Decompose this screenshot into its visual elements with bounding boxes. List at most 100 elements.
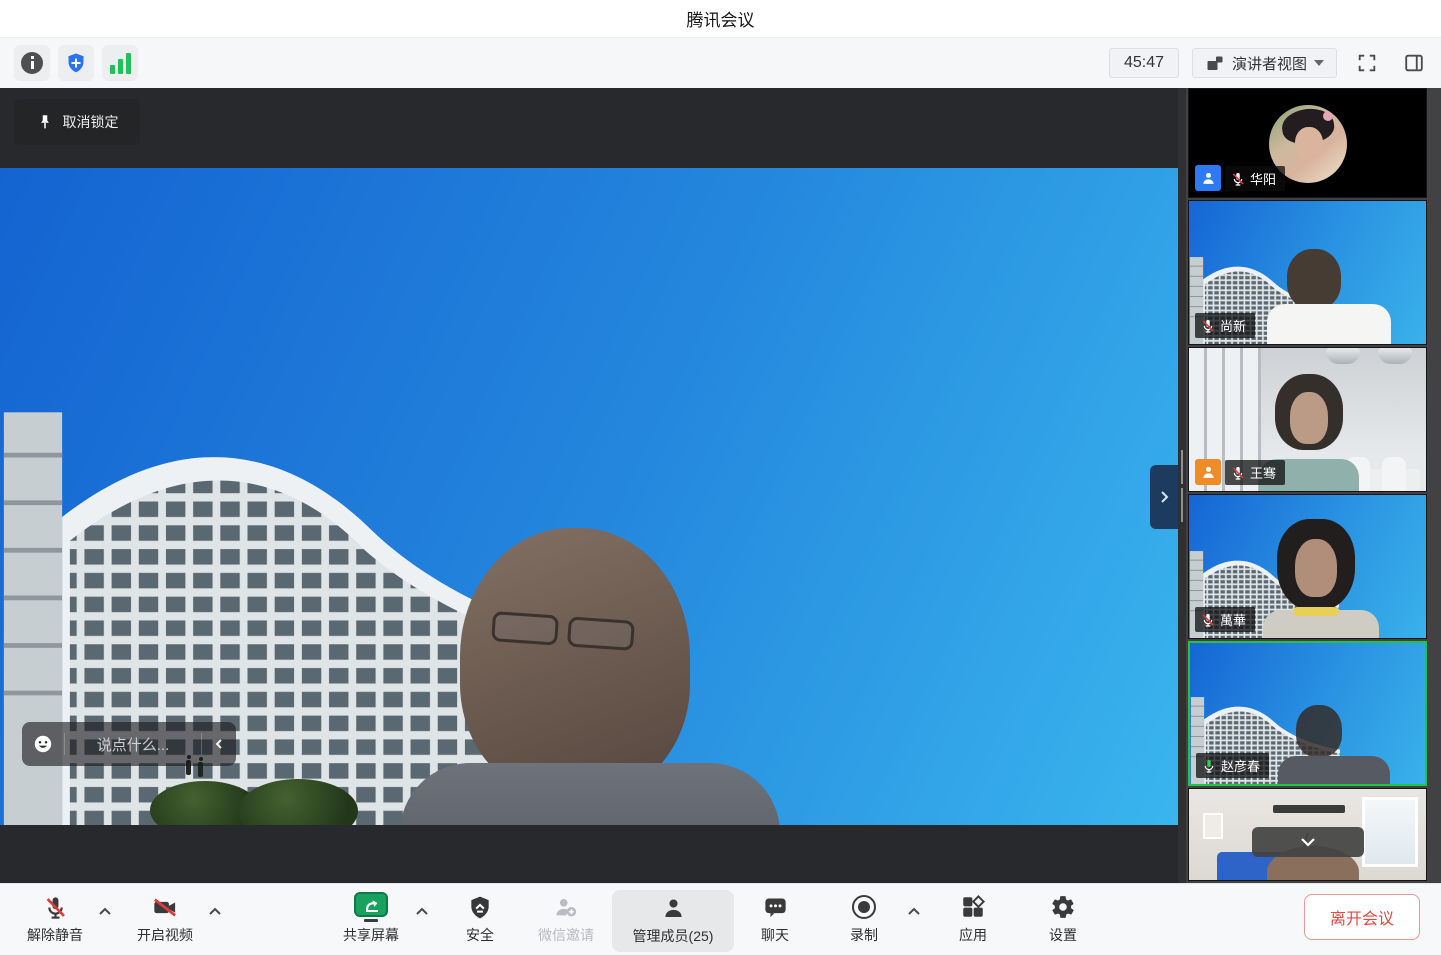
side-panel-icon — [1403, 52, 1425, 74]
smiley-icon[interactable] — [32, 733, 54, 755]
person-icon — [1200, 170, 1217, 187]
chevron-down-icon — [1314, 60, 1324, 66]
fullscreen-button[interactable] — [1350, 48, 1384, 78]
mic-muted-icon — [1230, 465, 1246, 481]
view-mode-label: 演讲者视图 — [1232, 53, 1307, 74]
apps-label: 应用 — [959, 925, 987, 945]
ceiling-light-shape — [1273, 805, 1345, 813]
start-video-button[interactable]: 开启视频 — [121, 892, 209, 950]
network-quality-button[interactable] — [102, 45, 138, 81]
settings-button[interactable]: 设置 — [1019, 892, 1107, 950]
avatar-face-shape — [1295, 127, 1323, 161]
fullscreen-icon — [1356, 52, 1378, 74]
chevron-down-icon — [1298, 835, 1318, 849]
participant-name: 尚新 — [1220, 316, 1246, 335]
co-host-badge — [1195, 459, 1221, 485]
shield-protect-icon — [64, 51, 88, 75]
top-toolbar-left — [14, 45, 138, 81]
apps-button[interactable]: 应用 — [929, 892, 1017, 950]
speaker-head — [460, 528, 690, 796]
quick-chat-bar[interactable]: 说点什么... — [22, 722, 236, 766]
view-mode-dropdown[interactable]: 演讲者视图 — [1192, 48, 1337, 78]
leave-meeting-button[interactable]: 离开会议 — [1304, 894, 1420, 940]
share-screen-icon — [354, 892, 388, 917]
participant-name-pill: 萬華 — [1195, 607, 1255, 632]
meeting-protect-button[interactable] — [58, 45, 94, 81]
participant-head — [1296, 705, 1342, 757]
share-screen-button[interactable]: 共享屏幕 — [327, 892, 415, 950]
meeting-window: 腾讯会议 45:47 — [0, 0, 1441, 955]
mic-on-icon — [1201, 758, 1217, 774]
participants-sidebar: 华阳 尚新 — [1186, 88, 1441, 883]
chat-bubble-icon — [762, 894, 789, 921]
person-icon — [1200, 464, 1217, 481]
participant-name: 王骞 — [1250, 463, 1276, 482]
chat-button[interactable]: 聊天 — [731, 892, 819, 950]
mic-muted-icon — [1200, 318, 1216, 334]
speaker-view-icon — [1205, 53, 1225, 73]
participant-name: 萬華 — [1220, 610, 1246, 629]
monitor-stand-shape — [364, 919, 378, 922]
speaker-silhouette — [400, 528, 780, 825]
chevron-right-icon — [1158, 489, 1171, 505]
participant-tile[interactable]: 尚新 — [1188, 200, 1427, 345]
host-badge — [1195, 165, 1221, 191]
meeting-timer: 45:47 — [1109, 48, 1179, 78]
participant-tile[interactable]: 萬華 — [1188, 494, 1427, 639]
participant-body — [1278, 756, 1390, 784]
collapse-sidebar-handle[interactable] — [1150, 465, 1178, 529]
mic-muted-icon — [1230, 171, 1246, 187]
wechat-invite-button[interactable]: 微信邀请 — [522, 892, 610, 950]
share-options-chevron[interactable] — [414, 904, 430, 918]
person-icon — [660, 895, 687, 922]
share-screen-label: 共享屏幕 — [343, 925, 399, 945]
manage-members-button[interactable]: 管理成员(25) — [612, 890, 734, 952]
camera-off-icon — [151, 894, 179, 921]
pinned-speaker-stage: 取消锁定 说点什么... — [0, 88, 1178, 883]
chat-label: 聊天 — [761, 925, 789, 945]
participant-tile[interactable]: 王骞 — [1188, 347, 1427, 492]
mic-muted-icon — [42, 894, 69, 921]
participant-body — [1267, 304, 1391, 344]
participant-tile-active-speaker[interactable]: 赵彦春 — [1188, 641, 1427, 786]
record-icon — [852, 895, 876, 919]
speaker-shoulders — [400, 763, 780, 825]
participant-name-pill: 王骞 — [1225, 460, 1285, 485]
chat-input-placeholder[interactable]: 说点什么... — [75, 734, 191, 755]
record-options-chevron[interactable] — [906, 904, 922, 918]
unlock-label: 取消锁定 — [63, 112, 119, 132]
top-toolbar: 45:47 演讲者视图 — [0, 38, 1441, 88]
participant-tile-partial[interactable] — [1188, 788, 1427, 881]
unlock-pin-button[interactable]: 取消锁定 — [14, 99, 140, 145]
meeting-info-button[interactable] — [14, 45, 50, 81]
security-button[interactable]: 安全 — [436, 892, 524, 950]
chair-shape — [1382, 457, 1406, 491]
participant-face — [1290, 392, 1328, 444]
picture-frame-shape — [1203, 813, 1223, 839]
side-panel-button[interactable] — [1397, 48, 1431, 78]
window-title: 腾讯会议 — [687, 6, 755, 31]
security-shield-icon — [467, 894, 493, 921]
unmute-button[interactable]: 解除静音 — [11, 892, 99, 950]
start-video-label: 开启视频 — [137, 925, 193, 945]
scroll-participants-down-button[interactable] — [1252, 827, 1364, 857]
panel-resize-handle[interactable] — [1178, 88, 1186, 883]
participant-name-pill: 尚新 — [1195, 313, 1255, 338]
security-label: 安全 — [466, 925, 494, 945]
wechat-invite-label: 微信邀请 — [538, 925, 594, 945]
divider — [64, 733, 65, 755]
person-add-icon — [552, 894, 580, 921]
participant-name-pill: 华阳 — [1225, 166, 1285, 191]
mic-muted-icon — [1200, 612, 1216, 628]
participant-name-pill: 赵彦春 — [1196, 753, 1269, 778]
collar-shape — [1293, 607, 1339, 616]
network-signal-icon — [110, 52, 131, 74]
lamp-shape — [1326, 348, 1360, 364]
pin-icon — [36, 113, 54, 131]
video-options-chevron[interactable] — [207, 904, 223, 918]
participant-tile[interactable]: 华阳 — [1188, 88, 1427, 198]
settings-label: 设置 — [1049, 925, 1077, 945]
record-button[interactable]: 录制 — [820, 892, 908, 950]
chevron-left-icon[interactable] — [212, 737, 226, 751]
audio-options-chevron[interactable] — [97, 904, 113, 918]
